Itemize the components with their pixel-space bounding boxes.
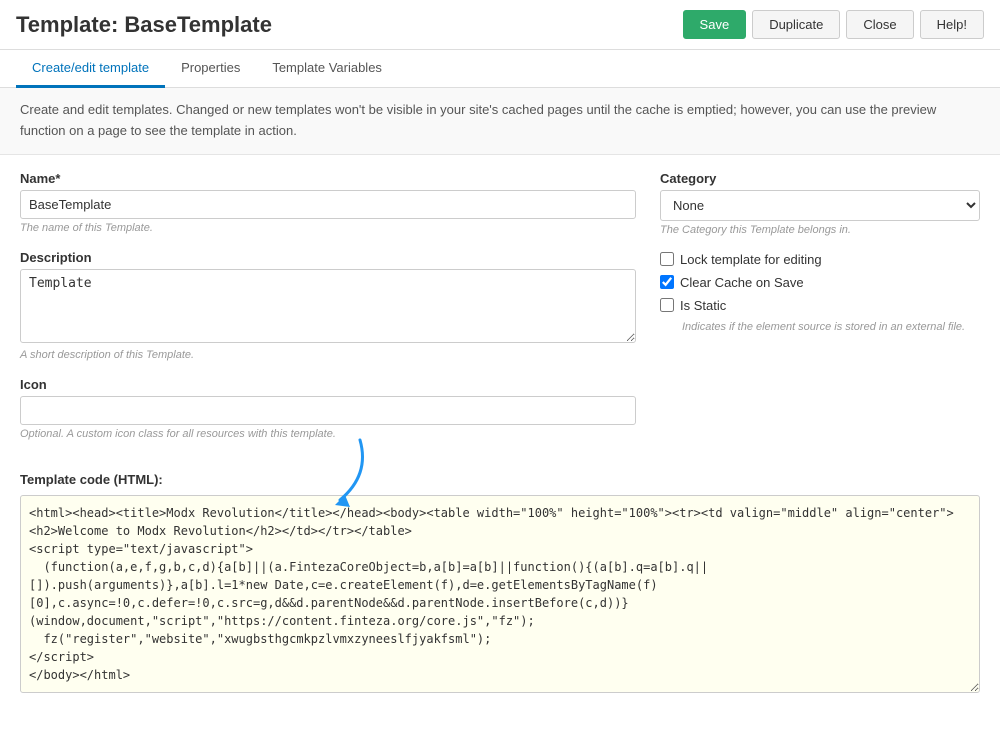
tab-template-variables[interactable]: Template Variables bbox=[256, 50, 398, 88]
category-group: Category None The Category this Template… bbox=[660, 171, 980, 236]
lock-template-label[interactable]: Lock template for editing bbox=[680, 252, 822, 267]
description-group: Description Template A short description… bbox=[20, 250, 636, 361]
clear-cache-label[interactable]: Clear Cache on Save bbox=[680, 275, 804, 290]
left-column: Name* The name of this Template. Descrip… bbox=[20, 171, 636, 456]
name-label: Name* bbox=[20, 171, 636, 186]
page-header: Template: BaseTemplate Save Duplicate Cl… bbox=[0, 0, 1000, 50]
clear-cache-group: Clear Cache on Save bbox=[660, 275, 980, 290]
is-static-hint: Indicates if the element source is store… bbox=[682, 321, 980, 333]
duplicate-button[interactable]: Duplicate bbox=[752, 10, 840, 39]
category-select[interactable]: None bbox=[660, 190, 980, 221]
template-code-label: Template code (HTML): bbox=[20, 472, 980, 487]
description-label: Description bbox=[20, 250, 636, 265]
is-static-label[interactable]: Is Static bbox=[680, 298, 726, 313]
category-hint: The Category this Template belongs in. bbox=[660, 224, 980, 236]
icon-input[interactable] bbox=[20, 396, 636, 425]
template-code-section: Template code (HTML): <html><head><title… bbox=[0, 472, 1000, 716]
template-code-input[interactable]: <html><head><title>Modx Revolution</titl… bbox=[20, 495, 980, 693]
close-button[interactable]: Close bbox=[846, 10, 913, 39]
tab-bar: Create/edit template Properties Template… bbox=[0, 50, 1000, 88]
arrow-area: <html><head><title>Modx Revolution</titl… bbox=[20, 495, 980, 696]
lock-template-group: Lock template for editing bbox=[660, 252, 980, 267]
name-input[interactable] bbox=[20, 190, 636, 219]
category-label: Category bbox=[660, 171, 980, 186]
help-button[interactable]: Help! bbox=[920, 10, 984, 39]
description-input[interactable]: Template bbox=[20, 269, 636, 343]
icon-label: Icon bbox=[20, 377, 636, 392]
description-hint: A short description of this Template. bbox=[20, 349, 636, 361]
main-content: Name* The name of this Template. Descrip… bbox=[0, 155, 1000, 472]
header-buttons: Save Duplicate Close Help! bbox=[683, 10, 984, 39]
right-column: Category None The Category this Template… bbox=[660, 171, 980, 456]
icon-group: Icon Optional. A custom icon class for a… bbox=[20, 377, 636, 440]
info-bar: Create and edit templates. Changed or ne… bbox=[0, 88, 1000, 155]
tab-create-edit-template[interactable]: Create/edit template bbox=[16, 50, 165, 88]
save-button[interactable]: Save bbox=[683, 10, 747, 39]
is-static-group: Is Static bbox=[660, 298, 980, 313]
name-group: Name* The name of this Template. bbox=[20, 171, 636, 234]
tab-properties[interactable]: Properties bbox=[165, 50, 256, 88]
lock-template-checkbox[interactable] bbox=[660, 252, 674, 266]
name-hint: The name of this Template. bbox=[20, 222, 636, 234]
icon-hint: Optional. A custom icon class for all re… bbox=[20, 428, 636, 440]
clear-cache-checkbox[interactable] bbox=[660, 275, 674, 289]
is-static-checkbox[interactable] bbox=[660, 298, 674, 312]
page-title: Template: BaseTemplate bbox=[16, 12, 272, 38]
